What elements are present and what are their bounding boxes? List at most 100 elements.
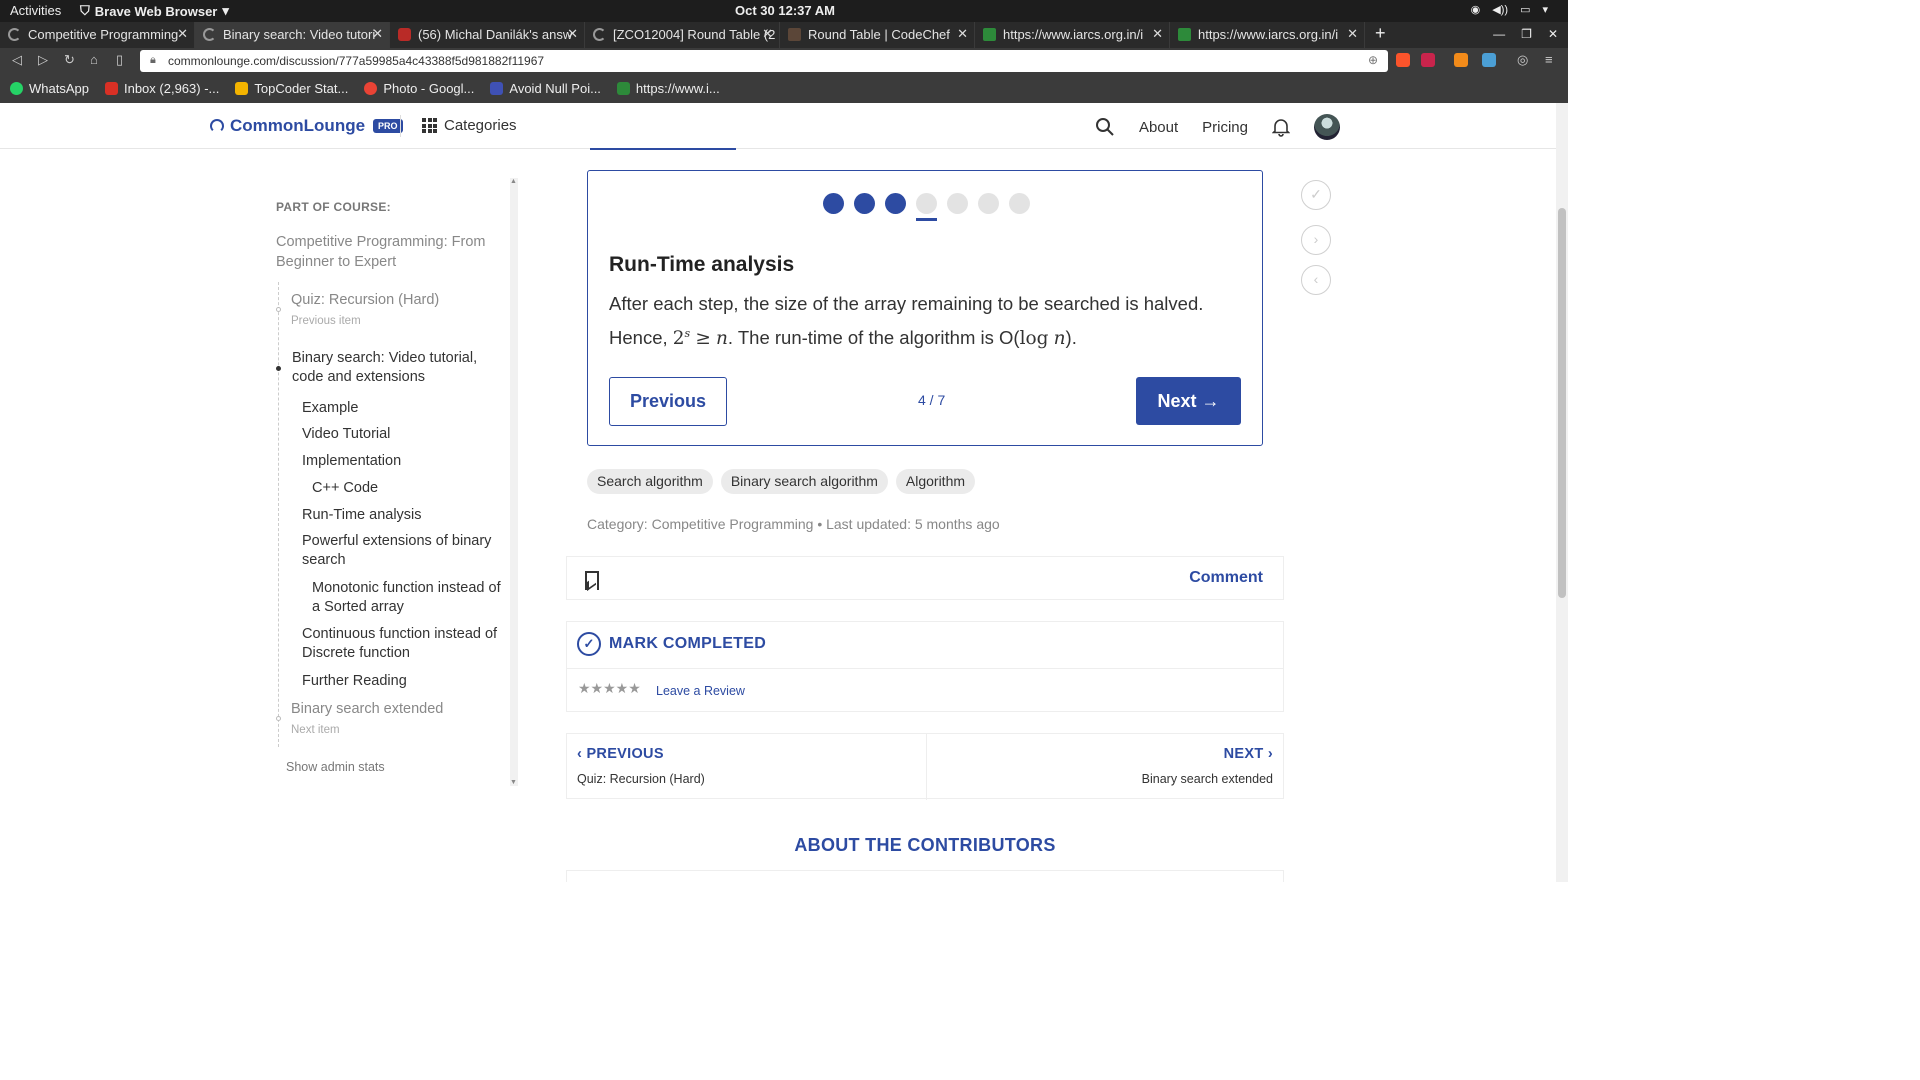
close-tab-icon[interactable]: ✕ <box>1347 26 1358 42</box>
bookmark-icon[interactable] <box>585 571 599 590</box>
mark-completed-button[interactable]: ✓ MARK COMPLETED <box>577 632 766 656</box>
previous-button[interactable]: Previous <box>609 377 727 426</box>
new-tab-button[interactable]: + <box>1365 22 1396 48</box>
comment-link[interactable]: Comment <box>1189 569 1263 587</box>
section-link[interactable]: Video Tutorial <box>302 425 390 444</box>
tag-chip[interactable]: Search algorithm <box>587 469 713 494</box>
bookmark-item[interactable]: Inbox (2,963) -... <box>104 81 219 96</box>
forward-icon[interactable]: ▷ <box>38 52 48 68</box>
section-link[interactable]: Run-Time analysis <box>302 506 422 525</box>
progress-dot[interactable] <box>823 193 844 214</box>
scroll-down-icon[interactable]: ▼ <box>510 779 517 786</box>
sidebar-scrollbar[interactable]: ▲ ▼ <box>510 178 518 786</box>
bookmark-item[interactable]: TopCoder Stat... <box>235 81 348 96</box>
tab-title: [ZCO12004] Round Table (2 <box>613 27 776 42</box>
progress-dot[interactable] <box>885 193 906 214</box>
browser-tab[interactable]: (56) Michal Danilák's answ ✕ <box>390 22 585 48</box>
bookmark-item[interactable]: https://www.i... <box>616 81 720 96</box>
current-item[interactable]: Binary search: Video tutorial, code and … <box>292 349 502 387</box>
app-menu[interactable]: ⛉ Brave Web Browser ▾ <box>80 3 229 19</box>
reload-icon[interactable]: ↻ <box>64 52 75 68</box>
menu-icon[interactable]: ≡ <box>1545 52 1553 67</box>
progress-dot[interactable] <box>1009 193 1030 214</box>
close-tab-icon[interactable]: ✕ <box>372 26 383 42</box>
brave-shields-icon[interactable] <box>1396 53 1410 67</box>
about-link[interactable]: About <box>1139 119 1178 136</box>
tree-node <box>276 716 281 721</box>
page-scrollbar[interactable] <box>1556 103 1568 882</box>
progress-dot[interactable] <box>854 193 875 214</box>
progress-dot[interactable] <box>978 193 999 214</box>
next-item-link[interactable]: Binary search extended <box>291 700 443 719</box>
restore-icon[interactable]: ❐ <box>1521 27 1532 41</box>
previous-item-link[interactable]: Quiz: Recursion (Hard) <box>291 291 439 310</box>
address-bar[interactable]: 🔒︎ commonlounge.com/discussion/777a59985… <box>140 50 1388 72</box>
bookmark-page-icon[interactable]: ▯ <box>116 52 123 68</box>
close-window-icon[interactable]: ✕ <box>1548 27 1558 41</box>
previous-item-nav[interactable]: ‹ PREVIOUS <box>577 746 664 762</box>
search-icon[interactable] <box>1095 117 1115 137</box>
extension-icon[interactable] <box>1454 53 1468 67</box>
close-tab-icon[interactable]: ✕ <box>177 26 188 42</box>
tree-node-current <box>276 366 281 371</box>
course-link[interactable]: Competitive Programming: From Beginner t… <box>276 232 496 272</box>
avatar[interactable] <box>1314 114 1340 140</box>
star-rating[interactable]: ★★★★★ <box>578 680 641 697</box>
close-tab-icon[interactable]: ✕ <box>567 26 578 42</box>
leave-review-link[interactable]: Leave a Review <box>656 684 745 698</box>
tag-chip[interactable]: Algorithm <box>895 469 976 494</box>
section-link[interactable]: Example <box>302 399 358 418</box>
close-tab-icon[interactable]: ✕ <box>957 26 968 42</box>
complete-check-icon[interactable]: ✓ <box>1301 180 1331 210</box>
browser-tab[interactable]: https://www.iarcs.org.in/i ✕ <box>1170 22 1365 48</box>
completion-panel: ✓ MARK COMPLETED ★★★★★ Leave a Review <box>566 621 1284 712</box>
section-link[interactable]: Further Reading <box>302 672 407 691</box>
bell-icon[interactable] <box>1272 117 1290 137</box>
browser-tab[interactable]: Competitive Programming ✕ <box>0 22 195 48</box>
section-link[interactable]: Continuous function instead of Discrete … <box>302 625 507 663</box>
section-link[interactable]: C++ Code <box>312 479 378 498</box>
section-link[interactable]: Implementation <box>302 452 401 471</box>
profile-icon[interactable]: ◎ <box>1517 52 1528 68</box>
scrollbar-thumb[interactable] <box>1558 208 1566 598</box>
drive-icon <box>235 82 249 95</box>
back-icon[interactable]: ◁ <box>12 52 22 68</box>
os-top-bar: Activities ⛉ Brave Web Browser ▾ Oct 30 … <box>0 0 1568 22</box>
section-link[interactable]: Powerful extensions of binary search <box>302 532 502 570</box>
bookmark-item[interactable]: WhatsApp <box>10 81 89 96</box>
next-item-nav[interactable]: NEXT › <box>1224 746 1273 762</box>
clock[interactable]: Oct 30 12:37 AM <box>735 3 835 18</box>
browser-tab[interactable]: Round Table | CodeChef ✕ <box>780 22 975 48</box>
progress-dot-current[interactable] <box>916 193 937 221</box>
show-admin-stats-link[interactable]: Show admin stats <box>286 760 385 774</box>
commonlounge-logo[interactable]: CommonLounge PRO <box>210 116 403 136</box>
minimize-icon[interactable]: — <box>1493 27 1505 41</box>
close-tab-icon[interactable]: ✕ <box>1152 26 1163 42</box>
chevron-left-icon[interactable]: ‹ <box>1301 265 1331 295</box>
previous-item-title[interactable]: Quiz: Recursion (Hard) <box>577 772 705 786</box>
system-tray[interactable]: ◉ ◀)) ▭ ▾ <box>1471 3 1548 16</box>
extension-pen-icon[interactable] <box>1482 53 1496 67</box>
close-tab-icon[interactable]: ✕ <box>762 26 773 42</box>
bookmarks-bar: WhatsApp Inbox (2,963) -... TopCoder Sta… <box>0 74 1568 103</box>
progress-dot[interactable] <box>947 193 968 214</box>
section-link[interactable]: Monotonic function instead of a Sorted a… <box>312 579 507 617</box>
pricing-link[interactable]: Pricing <box>1202 119 1248 136</box>
category-text[interactable]: Category: Competitive Programming <box>587 516 813 532</box>
next-button[interactable]: Next → <box>1136 377 1241 425</box>
next-item-title[interactable]: Binary search extended <box>1142 772 1273 786</box>
browser-tab[interactable]: https://www.iarcs.org.in/i ✕ <box>975 22 1170 48</box>
bookmark-item[interactable]: Avoid Null Poi... <box>490 81 601 96</box>
scroll-up-icon[interactable]: ▲ <box>510 178 517 185</box>
tag-chip[interactable]: Binary search algorithm <box>720 469 888 494</box>
home-icon[interactable]: ⌂ <box>90 52 98 67</box>
categories-menu[interactable]: Categories <box>422 117 517 134</box>
brave-rewards-icon[interactable] <box>1421 53 1435 67</box>
math-base: 2 <box>672 328 685 350</box>
zoom-icon[interactable]: ⊕ <box>1368 53 1378 67</box>
bookmark-item[interactable]: Photo - Googl... <box>364 81 474 96</box>
activities-button[interactable]: Activities <box>10 3 61 18</box>
browser-tab[interactable]: [ZCO12004] Round Table (2 ✕ <box>585 22 780 48</box>
browser-tab-active[interactable]: Binary search: Video tutori ✕ <box>195 22 390 48</box>
chevron-right-icon[interactable]: › <box>1301 225 1331 255</box>
